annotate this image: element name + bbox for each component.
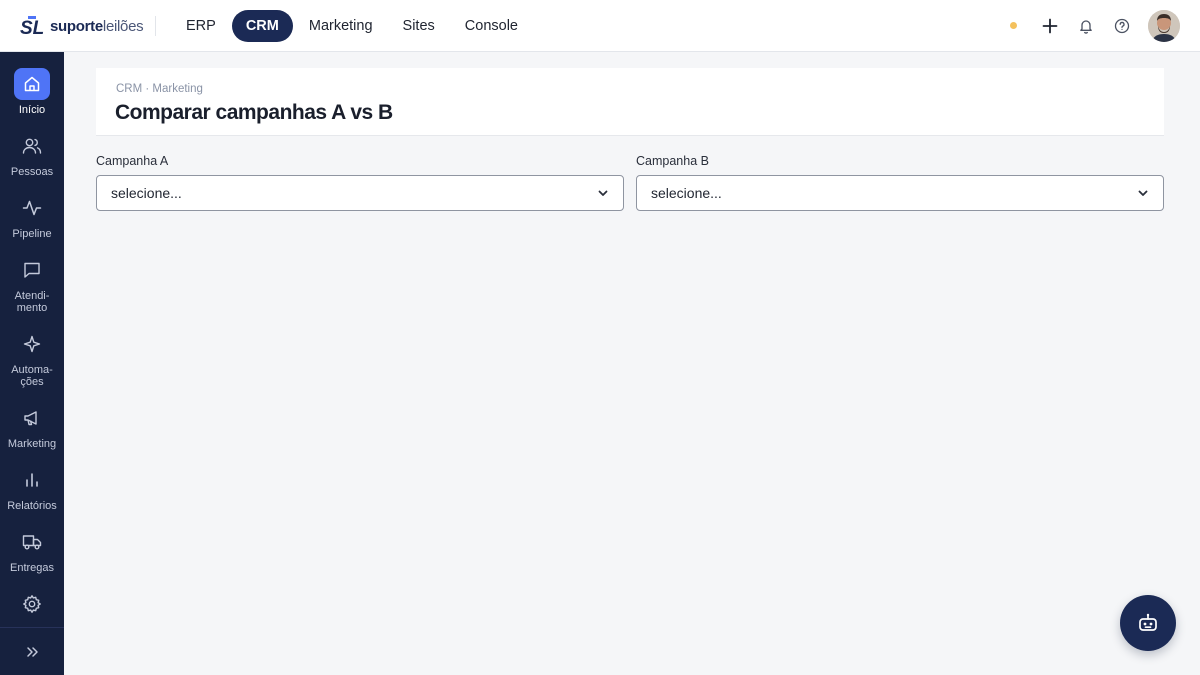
robot-icon — [1139, 613, 1157, 631]
sidebar-item-label: Pipeline — [12, 228, 52, 240]
brand-name-strong: suporte — [50, 17, 103, 35]
sidebar-item-inicio[interactable]: Início — [0, 68, 64, 116]
chevron-down-icon — [1138, 190, 1148, 196]
chevrons-right-icon — [27, 646, 38, 657]
bell-icon[interactable] — [1076, 16, 1096, 36]
nav-tab-console[interactable]: Console — [451, 10, 532, 42]
sidebar-item-label: Início — [18, 104, 46, 116]
sidebar-item-label: Atendi- mento — [14, 290, 50, 314]
sidebar-expand-button[interactable] — [0, 627, 64, 675]
nav-tab-sites[interactable]: Sites — [389, 10, 449, 42]
sidebar-item-pipeline[interactable]: Pipeline — [0, 192, 64, 240]
brand-name-light: leilões — [102, 17, 144, 35]
brand-name: suporteleilões — [50, 17, 144, 35]
nav-tab-marketing[interactable]: Marketing — [295, 10, 387, 42]
sidebar-item-entregas[interactable]: Entregas — [0, 526, 64, 574]
campaign-a-label: Campanha A — [96, 154, 169, 168]
sidebar-item-label: Marketing — [7, 438, 57, 450]
home-icon — [14, 68, 50, 100]
sidebar-item-pessoas[interactable]: Pessoas — [0, 130, 64, 178]
top-bar: SL suporteleilões ERP CRM Marketing Site… — [0, 0, 1200, 52]
sidebar: Início Pessoas Pipeline Atendi- mento Au… — [0, 52, 64, 675]
brand-logo[interactable]: SL suporteleilões — [20, 13, 144, 39]
chevron-down-icon — [598, 190, 608, 196]
sidebar-item-configuracoes[interactable] — [0, 588, 64, 620]
sidebar-item-label: Automa- ções — [11, 364, 53, 388]
avatar[interactable] — [1148, 10, 1180, 42]
megaphone-icon — [14, 402, 50, 434]
top-nav: ERP CRM Marketing Sites Console — [172, 10, 534, 42]
message-icon — [14, 254, 50, 286]
sidebar-item-label: Pessoas — [10, 166, 54, 178]
sidebar-item-marketing[interactable]: Marketing — [0, 402, 64, 450]
campaign-a-select[interactable]: selecione... — [96, 175, 624, 211]
page-title: Comparar campanhas A vs B — [115, 101, 393, 124]
sidebar-item-relatorios[interactable]: Relatórios — [0, 464, 64, 512]
bar-chart-icon — [14, 464, 50, 496]
sidebar-item-automacoes[interactable]: Automa- ções — [0, 328, 64, 388]
campaign-b-value: selecione... — [651, 185, 722, 201]
sidebar-item-label: Entregas — [9, 562, 55, 574]
sidebar-item-label: Relatórios — [7, 500, 57, 512]
sparkle-icon — [14, 328, 50, 360]
gear-icon — [14, 588, 50, 620]
svg-text:SL: SL — [20, 18, 44, 38]
campaign-b-select[interactable]: selecione... — [636, 175, 1164, 211]
assistant-bot-button[interactable] — [1120, 595, 1176, 651]
plus-icon[interactable] — [1040, 16, 1060, 36]
page-header: CRM · Marketing Comparar campanhas A vs … — [96, 68, 1164, 136]
activity-icon — [14, 192, 50, 224]
help-icon[interactable] — [1112, 16, 1132, 36]
nav-tab-erp[interactable]: ERP — [172, 10, 230, 42]
truck-icon — [14, 526, 50, 558]
nav-tab-crm[interactable]: CRM — [231, 10, 293, 42]
breadcrumb: CRM · Marketing — [116, 83, 203, 95]
divider — [155, 16, 156, 36]
campaign-a-value: selecione... — [111, 185, 182, 201]
brand-mark-icon: SL — [20, 16, 44, 38]
sidebar-item-atendimento[interactable]: Atendi- mento — [0, 254, 64, 314]
campaign-b-label: Campanha B — [636, 154, 709, 168]
users-icon — [14, 130, 50, 162]
status-indicator — [1010, 22, 1017, 29]
